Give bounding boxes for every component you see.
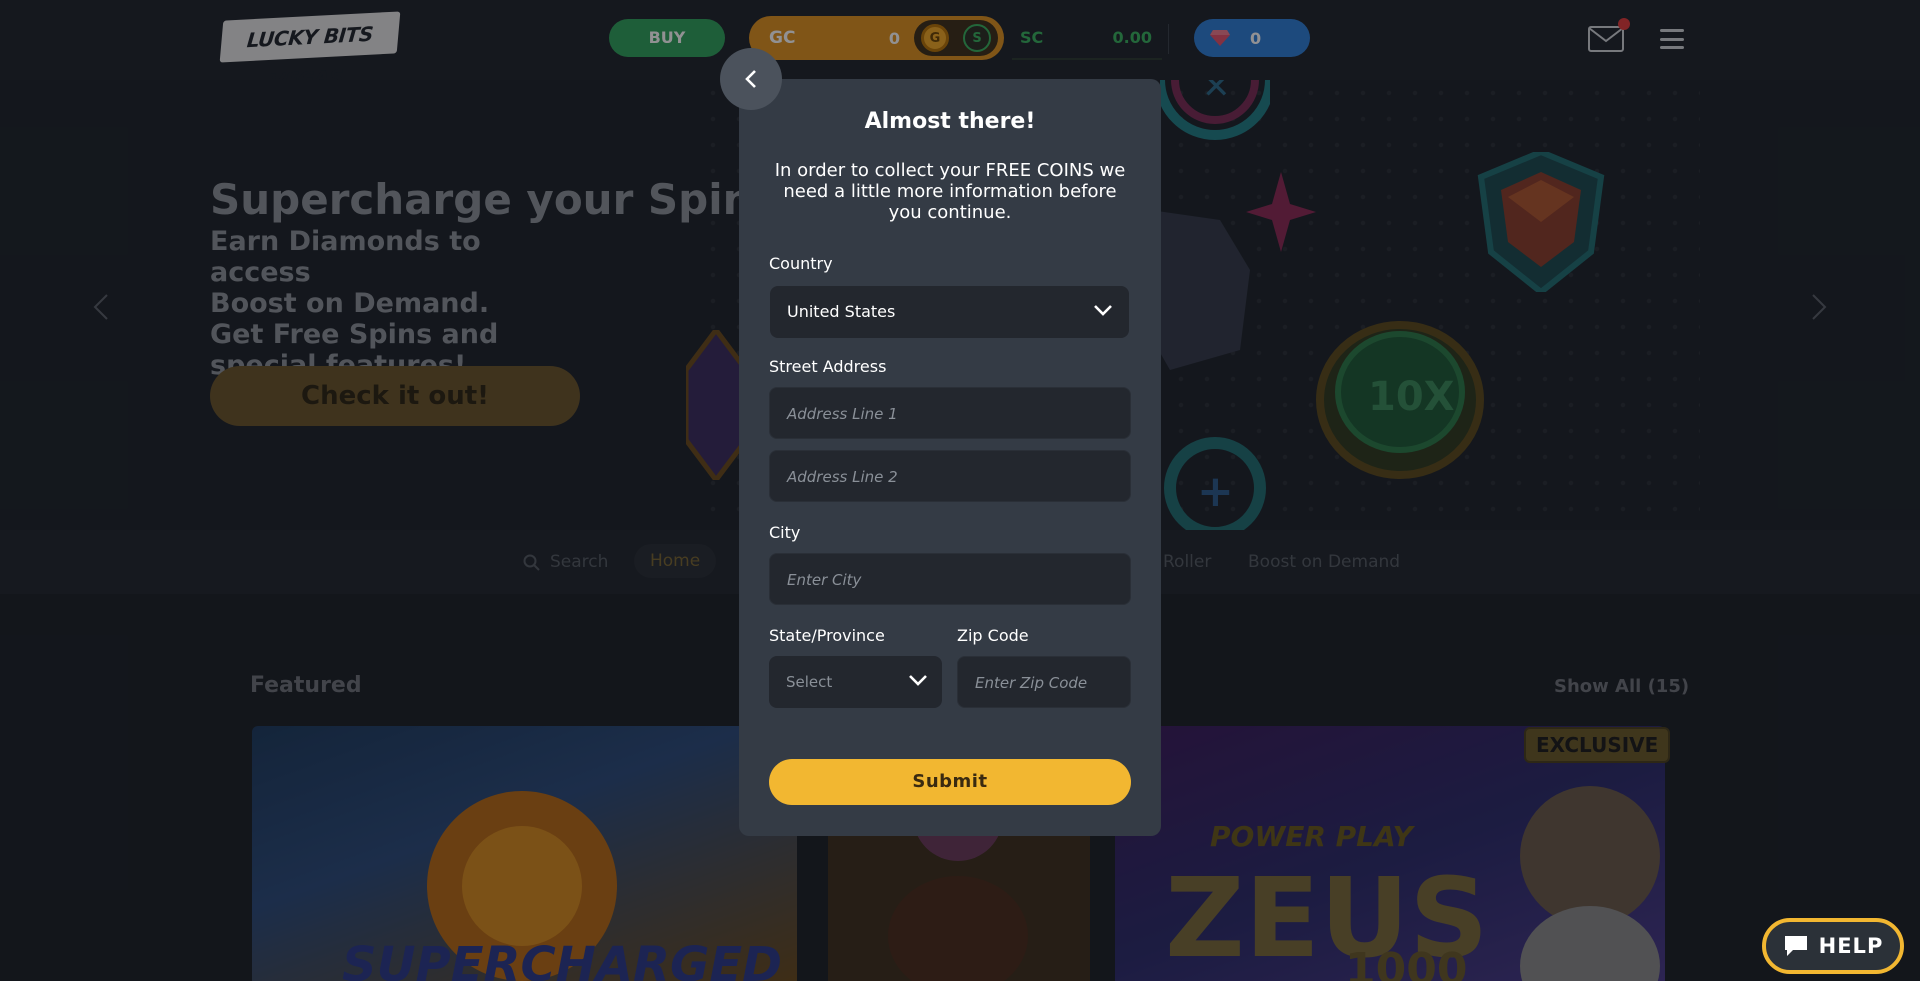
zip-input[interactable]: Enter Zip Code xyxy=(957,656,1131,708)
country-value: United States xyxy=(787,302,896,321)
street-address-label: Street Address xyxy=(769,357,887,376)
chevron-down-icon xyxy=(909,675,927,686)
modal-title: Almost there! xyxy=(864,109,1036,134)
country-select[interactable]: United States xyxy=(770,286,1129,338)
help-button[interactable]: HELP xyxy=(1762,918,1904,974)
chevron-left-icon xyxy=(745,70,756,88)
zip-label: Zip Code xyxy=(957,626,1029,645)
modal-description: In order to collect your FREE COINS we n… xyxy=(774,160,1126,223)
state-select[interactable]: Select xyxy=(769,656,942,708)
city-input[interactable]: Enter City xyxy=(769,553,1131,605)
country-label: Country xyxy=(769,254,833,273)
address-line-1-input[interactable]: Address Line 1 xyxy=(769,387,1131,439)
help-label: HELP xyxy=(1818,934,1884,958)
chevron-down-icon xyxy=(1094,305,1112,316)
back-button[interactable] xyxy=(720,48,782,110)
submit-button[interactable]: Submit xyxy=(769,759,1131,805)
address-modal: Almost there! In order to collect your F… xyxy=(739,79,1161,836)
city-label: City xyxy=(769,523,801,542)
state-placeholder: Select xyxy=(786,673,833,691)
address-line-2-input[interactable]: Address Line 2 xyxy=(769,450,1131,502)
chat-icon xyxy=(1784,936,1807,956)
state-label: State/Province xyxy=(769,626,885,645)
